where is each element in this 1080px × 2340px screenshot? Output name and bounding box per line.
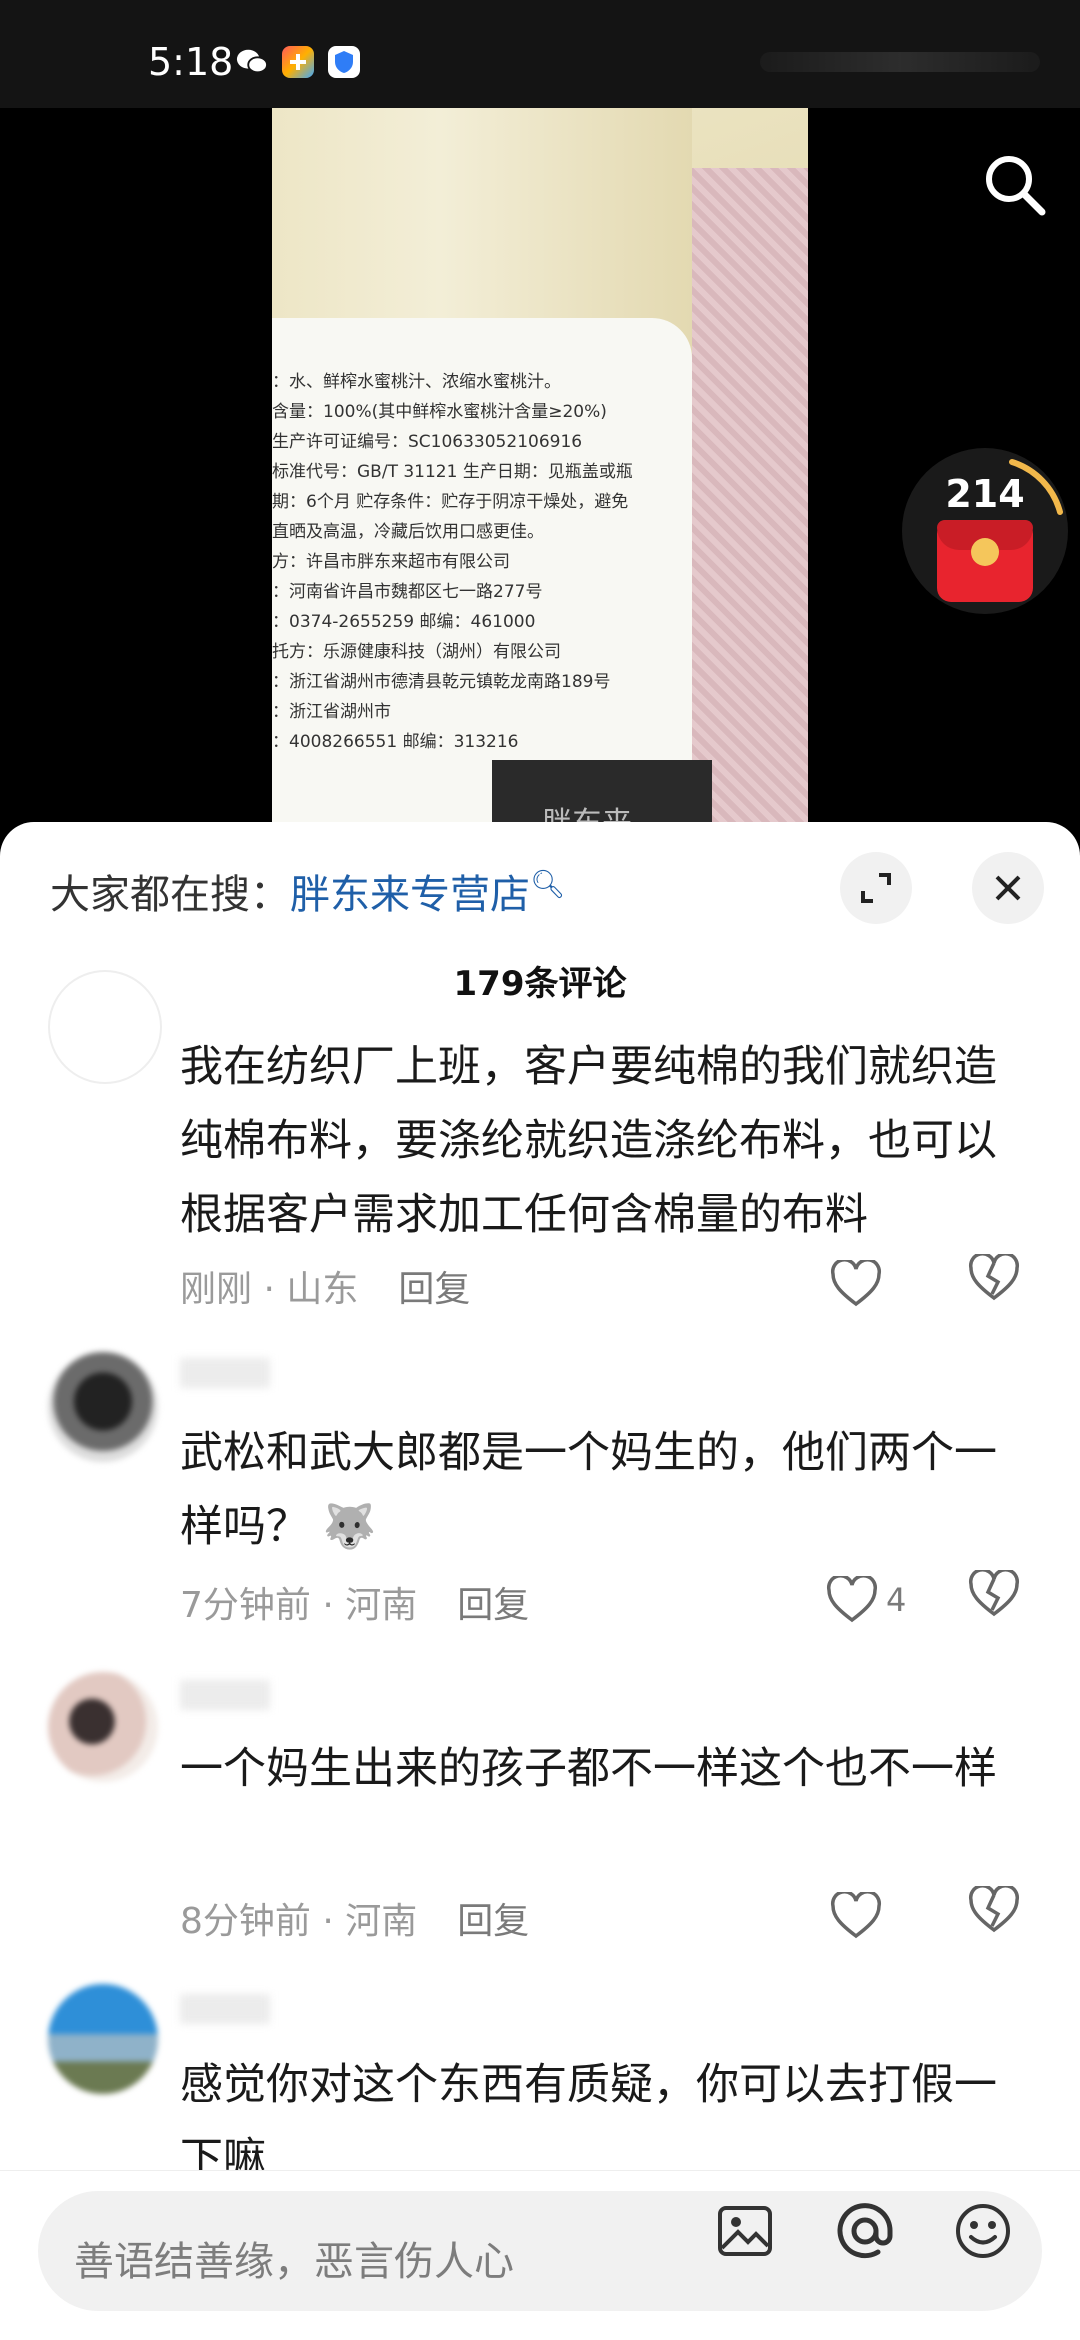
hot-search-link[interactable]: 胖东来专营店 [290, 872, 530, 918]
expand-icon [861, 873, 891, 903]
comment-location: 河南 [345, 1901, 418, 1942]
label-line: ：0374-2655259 邮编：461000 [272, 612, 536, 632]
comment-time: 7分钟前 [180, 1585, 311, 1626]
heart-icon [830, 1260, 882, 1307]
label-line: ：浙江省湖州市 [272, 702, 391, 722]
hot-search-label: 大家都在搜： [50, 872, 290, 918]
close-button[interactable] [972, 852, 1044, 924]
like-button[interactable] [830, 1254, 940, 1314]
status-bar: 5:18 [0, 0, 1080, 108]
comment-meta: 7分钟前 · 河南 回复 [180, 1585, 530, 1626]
dislike-button[interactable] [968, 1568, 1028, 1630]
reply-button[interactable]: 回复 [398, 1269, 470, 1310]
broken-heart-icon [968, 1884, 1020, 1933]
comment-meta: 刚刚 · 山东 回复 [180, 1269, 471, 1310]
avatar[interactable] [48, 1352, 158, 1462]
image-icon[interactable] [714, 2200, 776, 2262]
dislike-button[interactable] [968, 1884, 1028, 1946]
app-store-icon [282, 46, 314, 78]
status-time: 5:18 [148, 40, 234, 84]
label-line: ：浙江省湖州市德清县乾元镇乾龙南路189号 [272, 672, 611, 692]
label-line: 含量：100%(其中鲜榨水蜜桃汁含量≥20%) [272, 402, 607, 422]
label-line: ：河南省许昌市魏都区七一路277号 [272, 582, 543, 602]
red-packet-icon [937, 520, 1033, 602]
small-search-icon: 🔍︎ [530, 867, 566, 901]
label-line: 直晒及高温，冷藏后饮用口感更佳。 [272, 522, 544, 542]
comment-text: 武松和武大郎都是一个妈生的，他们两个一样吗？ 🐺 [180, 1416, 1000, 1564]
status-right-icons [760, 52, 1040, 72]
status-icons [236, 46, 360, 78]
comment-location: 山东 [286, 1269, 359, 1310]
comment-sheet: 大家都在搜：胖东来专营店🔍︎ 179条评论 我在纺织厂上班，客户要纯棉的我们就织… [0, 822, 1080, 2340]
heart-icon [830, 1892, 882, 1939]
label-line: 生产许可证编号：SC10633052106916 [272, 432, 583, 452]
comment-location: 河南 [345, 1585, 418, 1626]
avatar[interactable] [48, 1984, 158, 2094]
search-icon[interactable] [980, 150, 1050, 220]
like-button[interactable]: 4 [826, 1570, 936, 1630]
like-count: 4 [886, 1581, 907, 1619]
comment-time: 刚刚 [180, 1269, 253, 1310]
comment-count: 179条评论 [453, 964, 627, 1004]
comment-meta: 8分钟前 · 河南 回复 [180, 1901, 530, 1942]
username[interactable] [180, 1358, 270, 1388]
hot-search-row[interactable]: 大家都在搜：胖东来专营店🔍︎ [50, 862, 566, 920]
comment-text: 一个妈生出来的孩子都不一样这个也不一样 [180, 1744, 997, 1794]
comment-text: 我在纺织厂上班，客户要纯棉的我们就织造纯棉布料，要涤纶就织造涤纶布料，也可以根据… [180, 1042, 997, 1240]
heart-icon [826, 1576, 878, 1623]
label-line: 方：许昌市胖东来超市有限公司 [272, 552, 510, 572]
chat-icon [236, 46, 268, 78]
reward-count: 214 [945, 472, 1025, 516]
input-placeholder: 善语结善缘，恶言伤人心 [74, 2239, 514, 2285]
label-line: ：4008266551 邮编：313216 [272, 732, 519, 752]
shield-icon [328, 46, 360, 78]
username[interactable] [180, 1994, 270, 2024]
dislike-button[interactable] [968, 1252, 1028, 1314]
label-line: 期：6个月 贮存条件：贮存于阴凉干燥处，避免 [272, 492, 629, 512]
broken-heart-icon [968, 1568, 1020, 1617]
label-line: 标准代号：GB/T 31121 生产日期：见瓶盖或瓶身 [272, 462, 632, 482]
comment-time: 8分钟前 [180, 1901, 311, 1942]
avatar[interactable] [48, 970, 162, 1084]
label-line: ：水、鲜榨水蜜桃汁、浓缩水蜜桃汁。 [272, 372, 561, 392]
reply-button[interactable]: 回复 [457, 1901, 529, 1942]
comment-input-bar: 善语结善缘，恶言伤人心 [0, 2170, 1080, 2340]
reply-button[interactable]: 回复 [457, 1585, 529, 1626]
expand-button[interactable] [840, 852, 912, 924]
label-line: 托方：乐源健康科技（湖州）有限公司 [272, 642, 561, 662]
comment-text-body: 武松和武大郎都是一个妈生的，他们两个一样吗？ [180, 1428, 997, 1552]
label-text-block: ：水、鲜榨水蜜桃汁、浓缩水蜜桃汁。 含量：100%(其中鲜榨水蜜桃汁含量≥20%… [272, 363, 632, 757]
emoji-icon[interactable] [952, 2200, 1014, 2262]
close-icon [995, 875, 1021, 901]
reward-widget[interactable]: 214 [902, 448, 1068, 614]
broken-heart-icon [968, 1252, 1020, 1301]
username[interactable] [180, 1680, 270, 1710]
emoji-sticker: 🐺 [322, 1502, 377, 1552]
avatar[interactable] [48, 1672, 158, 1782]
video-frame[interactable]: ：水、鲜榨水蜜桃汁、浓缩水蜜桃汁。 含量：100%(其中鲜榨水蜜桃汁含量≥20%… [272, 108, 808, 828]
like-button[interactable] [830, 1886, 940, 1946]
mention-icon[interactable] [834, 2200, 896, 2262]
